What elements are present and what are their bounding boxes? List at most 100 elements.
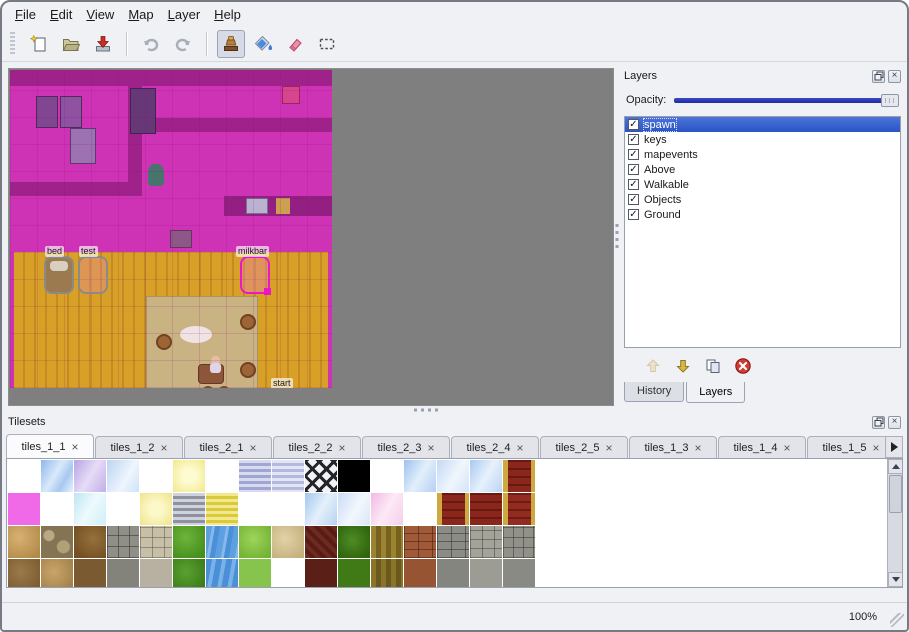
tileset-tab-tiles_2_5[interactable]: tiles_2_5× [540,436,628,458]
tileset-tile[interactable] [503,460,535,492]
tileset-tile[interactable] [503,493,535,525]
new-file-button[interactable] [25,30,53,58]
delete-layer-button[interactable] [732,355,754,377]
tab-close-icon[interactable]: × [784,443,791,453]
scroll-up-button[interactable] [888,459,903,474]
tab-scroll-right-button[interactable] [885,436,903,458]
layer-visibility-checkbox[interactable]: ✓ [628,209,639,220]
dock-tab-history[interactable]: History [624,382,684,402]
tileset-tile[interactable] [239,559,271,588]
tileset-tile[interactable] [338,460,370,492]
layer-row-spawn[interactable]: ✓spawn [625,117,900,132]
move-layer-up-button[interactable] [642,355,664,377]
tileset-tile[interactable] [437,559,469,588]
tileset-tile[interactable] [140,526,172,558]
tileset-tile[interactable] [41,460,73,492]
tileset-tab-tiles_2_4[interactable]: tiles_2_4× [451,436,539,458]
menu-edit[interactable]: Edit [43,4,79,25]
rect-select-button[interactable] [313,30,341,58]
tileset-tile[interactable] [371,493,403,525]
tileset-tile[interactable] [107,559,139,588]
object-test[interactable] [78,256,108,294]
menu-layer[interactable]: Layer [161,4,208,25]
tileset-tile[interactable] [239,493,271,525]
tileset-tab-tiles_2_3[interactable]: tiles_2_3× [362,436,450,458]
layer-row-Ground[interactable]: ✓Ground [625,207,900,222]
tileset-tile[interactable] [470,559,502,588]
tileset-tile[interactable] [404,493,436,525]
tileset-tile[interactable] [107,526,139,558]
tileset-tile[interactable] [272,493,304,525]
redo-button[interactable] [169,30,197,58]
tileset-tab-tiles_1_3[interactable]: tiles_1_3× [629,436,717,458]
tab-close-icon[interactable]: × [873,443,880,453]
tileset-tile[interactable] [8,460,40,492]
tab-close-icon[interactable]: × [428,443,435,453]
tab-close-icon[interactable]: × [339,443,346,453]
tileset-tile[interactable] [305,526,337,558]
tileset-tile[interactable] [41,526,73,558]
tab-close-icon[interactable]: × [250,443,257,453]
horizontal-splitter[interactable] [2,406,907,414]
tileset-tile[interactable] [107,460,139,492]
move-layer-down-button[interactable] [672,355,694,377]
map-canvas[interactable]: bedtestmilkbarstartandomentr. [10,70,332,388]
tileset-tile[interactable] [239,526,271,558]
tileset-tile[interactable] [74,460,106,492]
tileset-tile[interactable] [371,526,403,558]
tab-close-icon[interactable]: × [72,442,79,452]
tileset-tile[interactable] [8,559,40,588]
tileset-tile[interactable] [305,493,337,525]
layer-visibility-checkbox[interactable]: ✓ [628,194,639,205]
scroll-down-button[interactable] [888,572,903,587]
layer-row-Above[interactable]: ✓Above [625,162,900,177]
tileset-tile[interactable] [404,460,436,492]
tileset-tile[interactable] [41,559,73,588]
layer-visibility-checkbox[interactable]: ✓ [628,134,639,145]
tileset-tab-tiles_1_2[interactable]: tiles_1_2× [95,436,183,458]
tileset-tile[interactable] [404,559,436,588]
tab-close-icon[interactable]: × [161,443,168,453]
tileset-scrollbar[interactable] [887,459,902,587]
undo-button[interactable] [137,30,165,58]
close-panel-button[interactable]: × [888,416,901,429]
tileset-tab-tiles_1_4[interactable]: tiles_1_4× [718,436,806,458]
tileset-tile[interactable] [371,460,403,492]
tileset-tile[interactable] [470,493,502,525]
layer-visibility-checkbox[interactable]: ✓ [628,149,639,160]
layer-row-Objects[interactable]: ✓Objects [625,192,900,207]
tileset-tile[interactable] [338,493,370,525]
tileset-tile[interactable] [470,526,502,558]
menu-file[interactable]: File [8,4,43,25]
layer-row-Walkable[interactable]: ✓Walkable [625,177,900,192]
tab-close-icon[interactable]: × [606,443,613,453]
tileset-tile[interactable] [470,460,502,492]
tileset-tile[interactable] [140,559,172,588]
tileset-view[interactable] [6,458,903,588]
layer-row-keys[interactable]: ✓keys [625,132,900,147]
tab-close-icon[interactable]: × [695,443,702,453]
tileset-tile[interactable] [437,526,469,558]
tileset-tab-tiles_2_1[interactable]: tiles_2_1× [184,436,272,458]
scrollbar-thumb[interactable] [889,475,902,513]
tileset-tile[interactable] [8,526,40,558]
menu-help[interactable]: Help [207,4,248,25]
tileset-tile[interactable] [107,493,139,525]
toolbar-drag-handle[interactable] [10,32,15,56]
bucket-fill-button[interactable] [249,30,277,58]
tileset-tile[interactable] [437,493,469,525]
map-viewport[interactable]: bedtestmilkbarstartandomentr. [8,68,614,406]
tileset-tile[interactable] [206,493,238,525]
tileset-tile[interactable] [206,460,238,492]
tileset-tile[interactable] [173,526,205,558]
save-button[interactable] [89,30,117,58]
dock-tab-layers[interactable]: Layers [686,382,745,403]
open-file-button[interactable] [57,30,85,58]
opacity-slider-handle[interactable] [881,94,899,107]
tileset-tile[interactable] [8,493,40,525]
tileset-tile[interactable] [74,526,106,558]
tileset-tile[interactable] [140,493,172,525]
tab-close-icon[interactable]: × [517,443,524,453]
float-panel-button[interactable] [872,70,885,83]
layer-row-mapevents[interactable]: ✓mapevents [625,147,900,162]
